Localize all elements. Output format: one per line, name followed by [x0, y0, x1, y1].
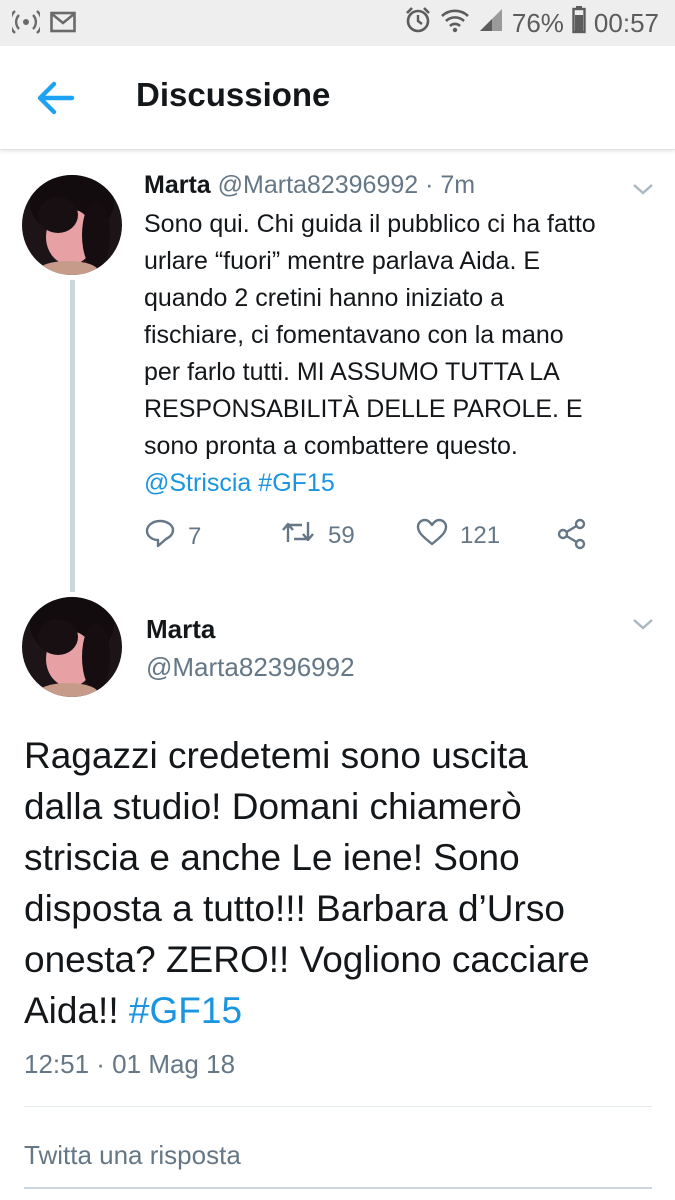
share-icon[interactable]	[556, 518, 588, 557]
reply-count: 7	[188, 522, 202, 550]
clock: 00:57	[593, 8, 659, 38]
battery-icon	[572, 6, 586, 41]
alarm-icon	[404, 6, 432, 41]
tweet-age: 7m	[440, 171, 476, 199]
reply-button[interactable]: 7	[144, 518, 201, 555]
app-header: Discussione	[0, 46, 675, 150]
tweet-text: Sono qui. Chi guida il pubblico ci ha fa…	[144, 206, 664, 502]
tweet-text-line: per farlo tutti. MI ASSUMO TUTTA LA	[144, 358, 560, 386]
chevron-down-icon[interactable]	[632, 617, 654, 631]
status-bar: 76% 00:57	[0, 0, 675, 46]
mail-icon	[50, 11, 76, 38]
retweet-button[interactable]: 59	[280, 518, 355, 553]
separator-dot: ·	[425, 171, 434, 199]
status-left	[9, 9, 76, 40]
tweet-text-line: Sono qui. Chi guida il pubblico ci ha fa…	[144, 210, 596, 238]
author-name[interactable]: Marta	[146, 614, 215, 645]
tweet-text-line: @Striscia #GF15	[144, 465, 664, 502]
tweet-text-line: Ragazzi credetemi sono uscita	[24, 735, 528, 776]
status-right: 76% 00:57	[404, 6, 659, 41]
battery-percent: 76%	[511, 8, 564, 38]
author-handle[interactable]: @Marta82396992	[146, 652, 355, 683]
tweet-text-line: striscia e anche Le iene! Sono	[24, 837, 520, 878]
hotspot-icon	[9, 9, 43, 40]
tweet-text-line: onesta? ZERO!! Vogliono cacciare	[24, 939, 590, 980]
chevron-down-icon[interactable]	[632, 182, 654, 196]
divider	[24, 1106, 652, 1107]
thread-connector	[70, 280, 75, 592]
arrow-left-icon[interactable]	[30, 81, 78, 122]
reply-input[interactable]: Twitta una risposta	[24, 1140, 241, 1171]
avatar[interactable]	[22, 175, 122, 275]
author-handle[interactable]: @Marta82396992	[218, 171, 419, 199]
hashtag-link[interactable]: #GF15	[129, 990, 242, 1031]
like-count: 121	[460, 521, 501, 549]
tweet-text-line: Aida!! #GF15	[24, 985, 664, 1036]
mention-link[interactable]: @Striscia	[144, 469, 251, 497]
tweet-text-line: dalla studio! Domani chiamerò	[24, 786, 522, 827]
share-button[interactable]	[556, 518, 588, 557]
author-name[interactable]: Marta	[144, 171, 211, 199]
reply-input-underline	[24, 1187, 652, 1189]
tweet-text-line: RESPONSABILITÀ DELLE PAROLE. E	[144, 395, 583, 423]
tweet-text-line: quando 2 cretini hanno iniziato a	[144, 284, 504, 312]
hashtag-link[interactable]: #GF15	[258, 469, 334, 497]
wifi-icon	[440, 7, 470, 40]
reply-icon[interactable]	[144, 518, 176, 555]
tweet-text: Ragazzi credetemi sono uscita dalla stud…	[24, 730, 664, 1036]
signal-icon	[478, 7, 504, 40]
tweet-header: Marta @Marta82396992 · 7m	[144, 171, 475, 200]
tweet-text-line: urlare “fuori” mentre parlava Aida. E	[144, 247, 541, 275]
avatar[interactable]	[22, 597, 122, 697]
tweet-text-line: fischiare, ci fomentavano con la mano	[144, 321, 564, 349]
retweet-icon[interactable]	[280, 518, 316, 553]
tweet-text-fragment: Aida!!	[24, 990, 119, 1031]
tweet-actions: 7 59 121	[140, 518, 610, 558]
tweet-text-line: disposta a tutto!!! Barbara d’Urso	[24, 888, 565, 929]
heart-icon[interactable]	[416, 518, 448, 553]
like-button[interactable]: 121	[416, 518, 500, 553]
tweet-timestamp[interactable]: 12:51 · 01 Mag 18	[24, 1049, 235, 1080]
page-title: Discussione	[136, 76, 331, 113]
tweet-text-line: sono pronta a combattere questo.	[144, 432, 518, 460]
back-button[interactable]	[30, 78, 78, 118]
retweet-count: 59	[328, 521, 355, 549]
